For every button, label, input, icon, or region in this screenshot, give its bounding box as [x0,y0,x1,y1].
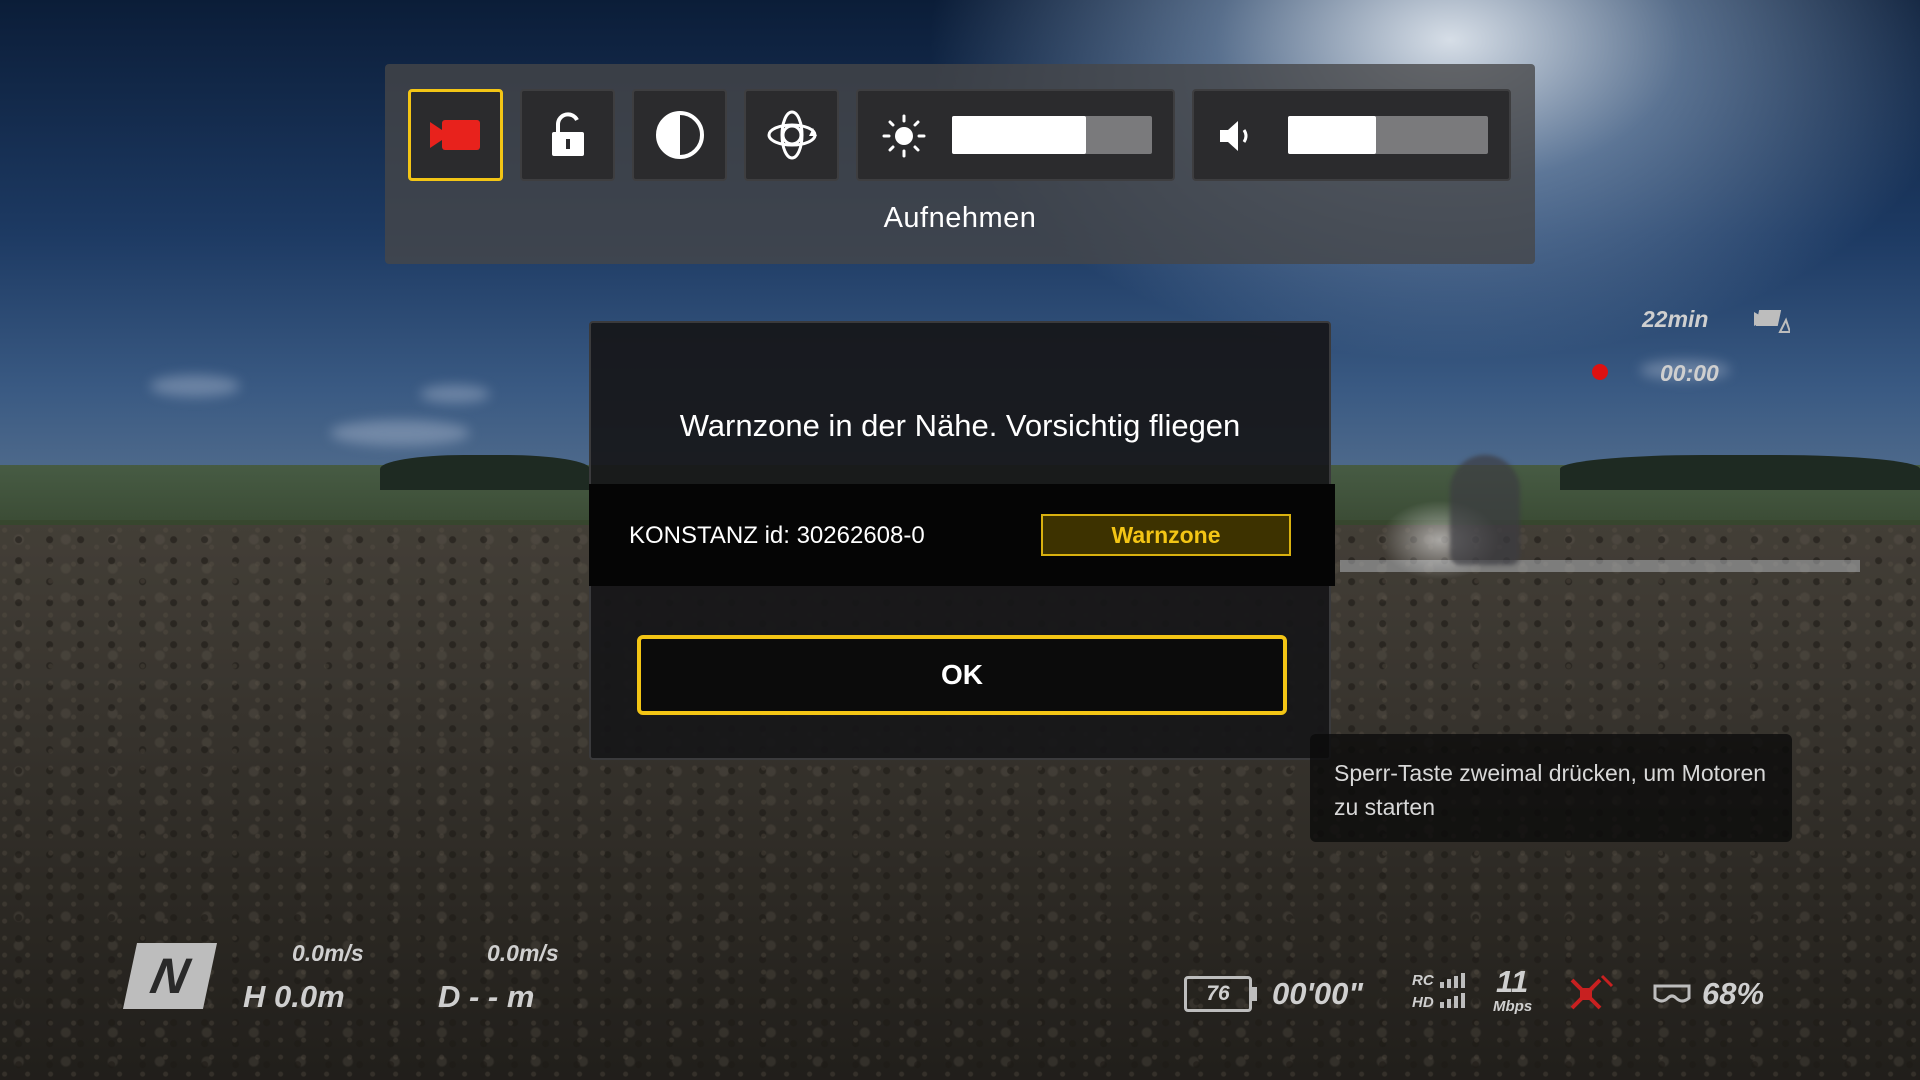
goggles-battery-level: 68% [1702,976,1765,1011]
cyclist [1450,455,1520,565]
video-camera-icon [429,120,480,150]
bitrate-value: 11 [1496,964,1529,999]
cloud [420,385,490,403]
quick-menu-label: Aufnehmen [883,202,1037,234]
cloud [330,420,470,446]
flight-time: 00'00" [1272,976,1364,1011]
drone-status-icon [1570,974,1614,1010]
bitrate-unit: Mbps [1493,998,1533,1015]
treeline [380,455,590,490]
brightness-icon [882,114,926,158]
record-remaining-time: 22min [1642,306,1709,332]
ok-button[interactable]: OK [637,635,1287,715]
horizontal-speed: 0.0m/s [487,940,559,966]
temperature-indicator: 76 [1184,976,1252,1012]
brightness-control[interactable] [856,89,1175,181]
dialog-title: Warnzone in der Nähe. Vorsichtig fliegen [679,408,1241,443]
speaker-icon [1220,121,1248,151]
treeline [1560,455,1920,490]
lock-button[interactable] [520,89,615,181]
flight-mode-indicator: N [122,943,218,1009]
quick-menu-bar: Aufnehmen [385,64,1535,264]
cloud [150,375,240,397]
height-readout: H 0.0m [243,979,345,1014]
zone-info-row: KONSTANZ id: 30262608-0 Warnzone [589,484,1335,586]
motor-start-tip: Sperr-Taste zweimal drücken, um Motoren … [1310,734,1792,842]
distance-readout: D - - m [438,979,535,1014]
rc-label: RC [1412,972,1434,989]
volume-control[interactable] [1192,89,1511,181]
zone-name: KONSTANZ id: 30262608-0 [629,522,925,549]
gimbal-orbit-icon [767,110,817,160]
brightness-slider-fill [952,116,1086,154]
record-time: 00:00 [1660,360,1719,386]
record-storage-icon [1754,310,1790,333]
unlock-icon [551,112,584,156]
contrast-button[interactable] [632,89,727,181]
zone-type-badge: Warnzone [1041,514,1291,556]
record-mode-button[interactable] [408,89,503,181]
warning-zone-dialog: Warnzone in der Nähe. Vorsichtig fliegen… [589,321,1335,760]
volume-slider-fill [1288,116,1376,154]
brightness-slider[interactable] [952,116,1152,154]
goggles-battery-icon [1653,984,1691,1003]
contrast-icon [655,111,704,159]
gimbal-button[interactable] [744,89,839,181]
volume-slider[interactable] [1288,116,1488,154]
hd-label: HD [1412,994,1434,1011]
signal-strength-icon [1440,973,1465,1008]
recording-indicator-dot [1592,364,1608,380]
vertical-speed: 0.0m/s [292,940,364,966]
